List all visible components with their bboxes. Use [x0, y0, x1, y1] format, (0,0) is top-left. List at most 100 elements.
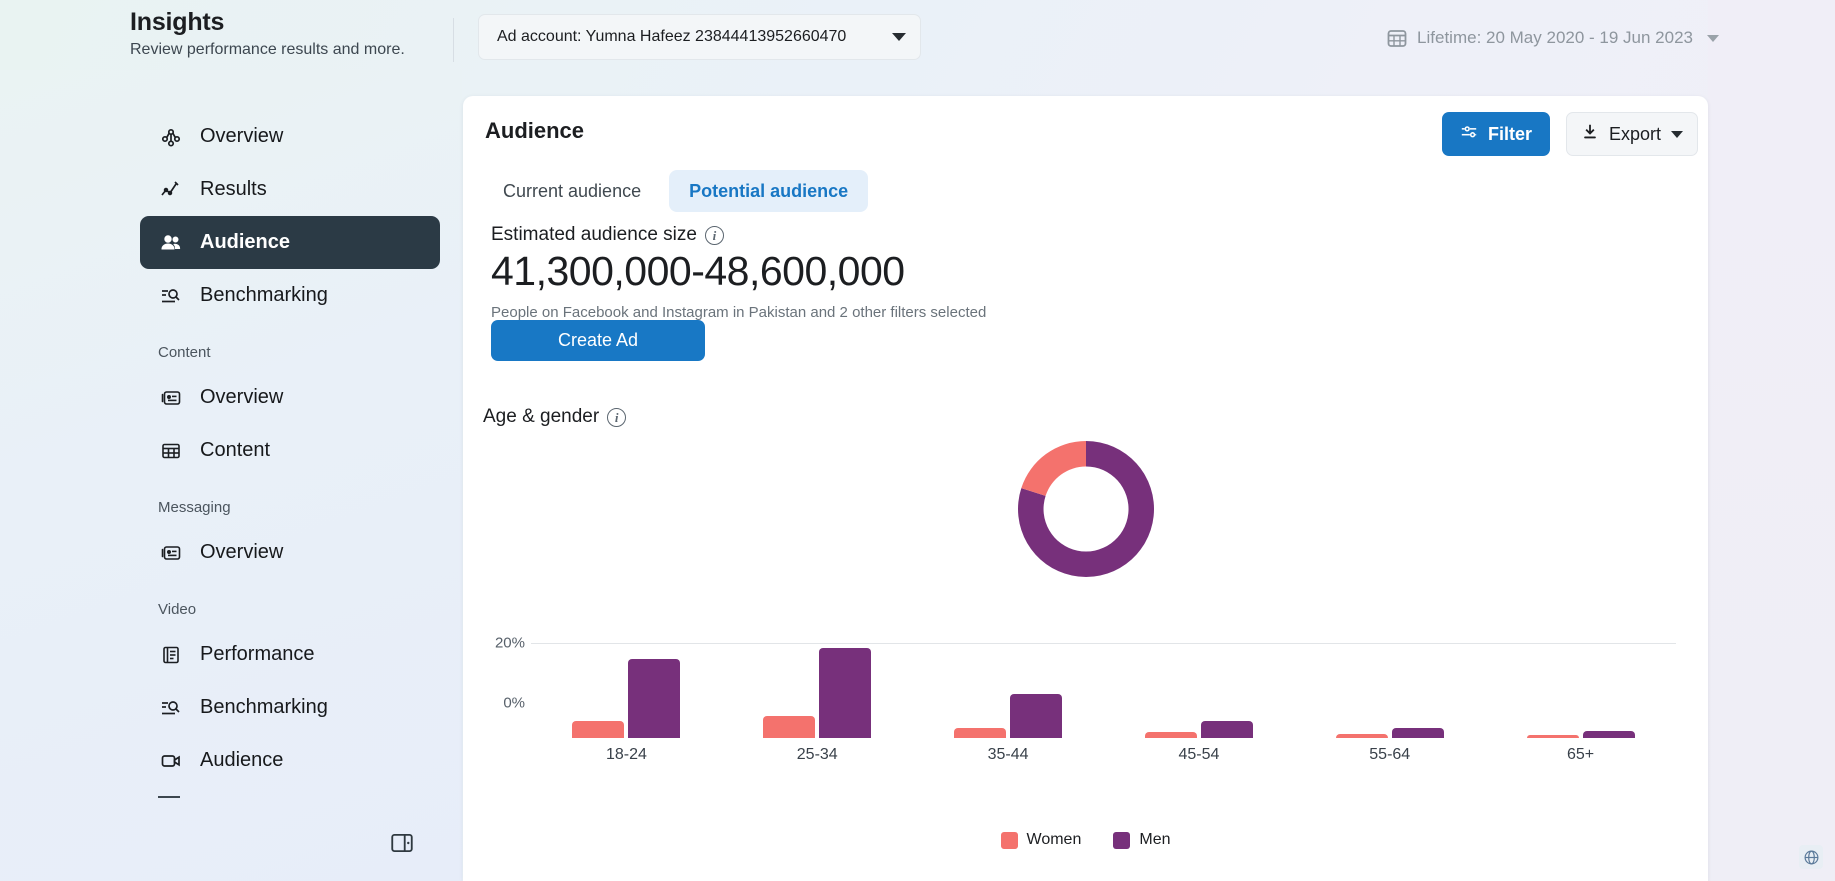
bar-men [628, 659, 681, 738]
bar-women [954, 728, 1007, 738]
sidebar-item-video-performance[interactable]: Performance [140, 628, 440, 681]
sidebar-item-audience[interactable]: Audience [140, 216, 440, 269]
chevron-down-icon [1707, 34, 1719, 42]
bar-groups [531, 643, 1676, 738]
sidebar-item-content[interactable]: Content [140, 424, 440, 477]
age-gender-text: Age & gender [483, 406, 600, 427]
legend-item-women[interactable]: Women [1000, 831, 1082, 849]
sidebar-item-label: Performance [200, 643, 315, 665]
bar-men [1582, 731, 1635, 738]
page-subtitle: Review performance results and more. [130, 41, 405, 58]
bar-men [1391, 728, 1444, 738]
search-list-icon [158, 283, 184, 309]
y-tick-label: 0% [503, 694, 525, 712]
info-icon[interactable]: i [704, 225, 724, 245]
date-range-picker[interactable]: Lifetime: 20 May 2020 - 19 Jun 2023 [1381, 20, 1725, 56]
sidebar-item-label: Results [200, 178, 267, 200]
chart-legend: Women Men [463, 831, 1708, 849]
bar-men [1200, 721, 1253, 738]
sidebar-item-video-benchmarking[interactable]: Benchmarking [140, 681, 440, 734]
sidebar-divider [158, 796, 180, 798]
tab-current-audience[interactable]: Current audience [483, 170, 661, 212]
age-gender-bar-chart: 20% 0% 18-24 25-34 35-44 45-54 55-64 65+ [483, 608, 1688, 763]
estimated-audience-size-label: Estimated audience size i [491, 224, 724, 246]
network-overview-icon [158, 124, 184, 150]
donut-svg [1017, 441, 1154, 577]
legend-label-women: Women [1026, 831, 1082, 848]
legend-item-men[interactable]: Men [1113, 831, 1170, 849]
video-icon [158, 748, 184, 774]
page-right-gradient [1708, 0, 1835, 881]
donut-slice-women [1020, 441, 1086, 496]
x-tick-label: 25-34 [796, 746, 838, 763]
date-range-label: Lifetime: 20 May 2020 - 19 Jun 2023 [1417, 28, 1693, 47]
tab-potential-audience[interactable]: Potential audience [669, 170, 869, 212]
filter-button-label: Filter [1487, 123, 1532, 144]
table-icon [158, 438, 184, 464]
sidebar-item-results[interactable]: Results [140, 163, 440, 216]
bar-women [763, 716, 816, 738]
notebook-icon [158, 642, 184, 668]
bar-group [1485, 643, 1676, 738]
age-gender-label: Age & gender i [483, 406, 627, 428]
sliders-icon [1460, 123, 1478, 146]
page-title: Insights [130, 8, 225, 36]
bar-group [913, 643, 1104, 738]
sidebar-item-video-audience[interactable]: Audience [140, 734, 440, 787]
card-overview-icon [158, 385, 184, 411]
bar-men [819, 648, 872, 738]
sidebar-item-label: Benchmarking [200, 284, 328, 306]
people-icon [158, 230, 184, 256]
export-button[interactable]: Export [1565, 112, 1698, 156]
chevron-down-icon [1671, 130, 1683, 138]
info-icon[interactable]: i [607, 407, 627, 427]
topbar-divider [453, 18, 454, 62]
audience-tabs: Current audience Potential audience [483, 170, 869, 212]
line-chart-icon [158, 177, 184, 203]
sidebar-item-benchmarking[interactable]: Benchmarking [140, 269, 440, 322]
sidebar-item-overview[interactable]: Overview [140, 110, 440, 163]
sidebar-item-label: Overview [200, 541, 284, 563]
ad-account-label: Ad account: Yumna Hafeez 238444139526604… [497, 28, 847, 45]
estimated-audience-size-value: 41,300,000-48,600,000 [491, 248, 905, 294]
sidebar-item-label: Content [200, 439, 271, 461]
bar-group [722, 643, 913, 738]
sidebar-item-label: Overview [200, 386, 284, 408]
card-title: Audience [485, 118, 585, 143]
x-tick-label: 45-54 [1178, 746, 1220, 763]
download-icon [1581, 123, 1599, 146]
brand-block: Insights Review performance results and … [130, 8, 405, 59]
collapse-panel-icon[interactable] [389, 830, 415, 856]
sidebar-group-video: Video [158, 601, 197, 618]
sidebar-item-content-overview[interactable]: Overview [140, 371, 440, 424]
legend-label-men: Men [1139, 831, 1171, 848]
sidebar-group-messaging: Messaging [158, 499, 231, 516]
create-ad-button[interactable]: Create Ad [491, 320, 705, 361]
bar-women [572, 721, 625, 738]
filter-button[interactable]: Filter [1441, 112, 1550, 156]
top-bar: Insights Review performance results and … [0, 0, 1835, 80]
ad-account-select[interactable]: Ad account: Yumna Hafeez 238444139526604… [478, 14, 921, 60]
globe-status-icon[interactable] [1799, 845, 1823, 869]
bar-group [1103, 643, 1294, 738]
sidebar-item-messaging-overview[interactable]: Overview [140, 526, 440, 579]
calendar-icon [1387, 28, 1407, 48]
x-tick-label: 18-24 [605, 746, 647, 763]
insights-page: Insights Review performance results and … [0, 0, 1835, 881]
sidebar-item-label: Audience [200, 749, 284, 771]
x-axis-labels: 18-24 25-34 35-44 45-54 55-64 65+ [531, 738, 1676, 766]
x-tick-label: 55-64 [1369, 746, 1411, 763]
export-button-label: Export [1608, 123, 1661, 144]
sidebar-item-label: Benchmarking [200, 696, 328, 718]
bar-group [531, 643, 722, 738]
x-tick-label: 35-44 [987, 746, 1029, 763]
y-tick-label: 20% [494, 634, 525, 652]
sidebar-group-content: Content [158, 344, 211, 361]
sidebar-item-label: Overview [200, 125, 284, 147]
search-list-icon [158, 695, 184, 721]
estimated-audience-size-text: Estimated audience size [491, 224, 697, 245]
gender-donut-chart [463, 436, 1708, 582]
audience-card: Audience Filter Export Current audience [463, 96, 1708, 881]
x-tick-label: 65+ [1566, 746, 1595, 763]
card-overview-icon [158, 540, 184, 566]
